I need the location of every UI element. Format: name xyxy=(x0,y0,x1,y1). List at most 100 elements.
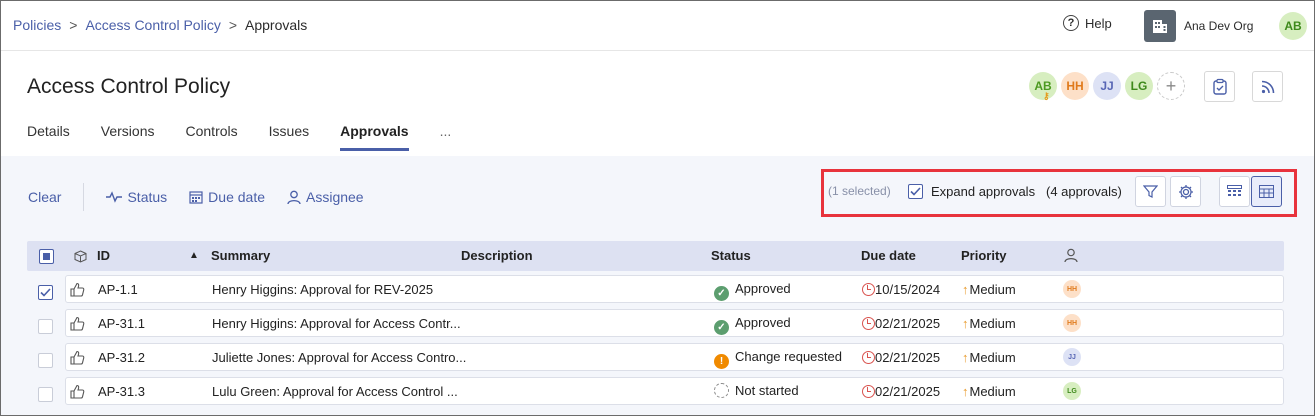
settings-button[interactable] xyxy=(1170,176,1201,207)
page-title: Access Control Policy xyxy=(27,75,231,98)
status-filter[interactable]: Status xyxy=(106,189,167,205)
participant-avatar[interactable]: AB ⚷ xyxy=(1029,72,1057,101)
not-started-icon xyxy=(714,383,729,398)
sort-ascending-icon[interactable]: ▲ xyxy=(189,250,199,261)
column-header-priority[interactable]: Priority xyxy=(961,248,1007,263)
approvals-panel: Clear Status Due date Assignee (1 select… xyxy=(1,156,1314,415)
rss-icon xyxy=(1261,80,1274,93)
column-header-summary[interactable]: Summary xyxy=(211,248,270,263)
checkmark-icon xyxy=(910,187,921,196)
app-frame: Policies > Access Control Policy > Appro… xyxy=(0,0,1315,416)
expand-approvals-checkbox[interactable] xyxy=(908,184,923,199)
assignee-filter[interactable]: Assignee xyxy=(287,189,364,205)
org-name: Ana Dev Org xyxy=(1184,19,1254,33)
breadcrumb-current: Approvals xyxy=(245,17,308,33)
participants: AB ⚷ HH JJ LG + xyxy=(1029,72,1185,101)
approval-priority: ↑Medium xyxy=(962,282,1016,297)
status-label: Change requested xyxy=(735,349,842,364)
assignee-column-icon[interactable] xyxy=(1064,248,1078,263)
assignee-avatar[interactable]: HH xyxy=(1063,314,1081,332)
approval-id[interactable]: AP-1.1 xyxy=(98,282,138,297)
thumbs-up-icon xyxy=(70,384,85,399)
priority-up-arrow-icon: ↑ xyxy=(962,384,969,399)
participant-avatar[interactable]: JJ xyxy=(1093,72,1121,100)
table-row[interactable]: AP-1.1 Henry Higgins: Approval for REV-20… xyxy=(65,275,1284,303)
toolbar-divider xyxy=(83,183,85,211)
approval-id[interactable]: AP-31.3 xyxy=(98,384,145,399)
approval-summary[interactable]: Lulu Green: Approval for Access Control … xyxy=(212,384,458,399)
approval-status: Not started xyxy=(714,383,799,398)
column-header-due-date[interactable]: Due date xyxy=(861,248,916,263)
status-label: Not started xyxy=(735,383,799,398)
expand-approvals-label: Expand approvals xyxy=(931,184,1036,199)
table-row[interactable]: AP-31.1 Henry Higgins: Approval for Acces… xyxy=(65,309,1284,337)
due-date-value: 10/15/2024 xyxy=(875,282,941,297)
pulse-icon xyxy=(106,191,123,203)
tab-versions[interactable]: Versions xyxy=(101,123,155,149)
approval-status: ✓ Approved xyxy=(714,315,791,335)
row-checkbox[interactable] xyxy=(38,353,53,368)
tab-more[interactable]: ... xyxy=(440,123,452,149)
row-checkbox[interactable] xyxy=(38,387,53,402)
column-header-description[interactable]: Description xyxy=(461,248,533,263)
approval-summary[interactable]: Henry Higgins: Approval for REV-2025 xyxy=(212,282,433,297)
due-date-value: 02/21/2025 xyxy=(875,384,941,399)
expand-approvals-toggle[interactable]: Expand approvals xyxy=(908,184,1035,199)
column-header-id[interactable]: ID xyxy=(97,248,110,263)
table-row[interactable]: AP-31.3 Lulu Green: Approval for Access C… xyxy=(65,377,1284,405)
due-date-filter-label: Due date xyxy=(208,189,265,205)
add-participant-button[interactable]: + xyxy=(1157,72,1185,100)
approval-summary[interactable]: Juliette Jones: Approval for Access Cont… xyxy=(212,350,466,365)
approval-status: ! Change requested xyxy=(714,349,842,369)
thumbs-up-icon xyxy=(70,316,85,331)
overdue-clock-icon xyxy=(862,351,875,364)
breadcrumb-policies[interactable]: Policies xyxy=(13,17,61,33)
approval-due-date: 02/21/2025 xyxy=(862,384,940,399)
assignee-avatar[interactable]: LG xyxy=(1063,382,1081,400)
tab-controls[interactable]: Controls xyxy=(186,123,238,149)
participant-avatar[interactable]: HH xyxy=(1061,72,1089,100)
assignee-avatar[interactable]: JJ xyxy=(1063,348,1081,366)
breadcrumb-separator: > xyxy=(228,17,238,33)
help-label: Help xyxy=(1085,15,1112,31)
approval-due-date: 02/21/2025 xyxy=(862,350,940,365)
org-switcher[interactable]: Ana Dev Org xyxy=(1144,10,1253,42)
row-checkbox[interactable] xyxy=(38,285,53,300)
select-all-checkbox[interactable] xyxy=(39,249,54,264)
approval-summary[interactable]: Henry Higgins: Approval for Access Contr… xyxy=(212,316,461,331)
approval-id[interactable]: AP-31.1 xyxy=(98,316,145,331)
clear-filters-button[interactable]: Clear xyxy=(28,189,61,205)
assignee-avatar[interactable]: HH xyxy=(1063,280,1081,298)
filter-button[interactable] xyxy=(1135,176,1166,207)
priority-up-arrow-icon: ↑ xyxy=(962,282,969,297)
task-button[interactable] xyxy=(1204,71,1235,102)
overdue-clock-icon xyxy=(862,385,875,398)
table-view-button[interactable] xyxy=(1251,176,1282,207)
due-date-filter[interactable]: Due date xyxy=(189,189,265,205)
table-header: ID ▲ Summary Description Status Due date… xyxy=(27,241,1284,271)
gear-icon xyxy=(1178,184,1193,199)
user-avatar[interactable]: AB xyxy=(1279,12,1307,40)
check-circle-icon: ✓ xyxy=(714,320,729,335)
priority-up-arrow-icon: ↑ xyxy=(962,316,969,331)
breadcrumb: Policies > Access Control Policy > Appro… xyxy=(13,17,307,33)
due-date-value: 02/21/2025 xyxy=(875,350,941,365)
tab-details[interactable]: Details xyxy=(27,123,70,149)
due-date-value: 02/21/2025 xyxy=(875,316,941,331)
priority-value: Medium xyxy=(969,282,1016,297)
approval-id[interactable]: AP-31.2 xyxy=(98,350,145,365)
breadcrumb-access-control-policy[interactable]: Access Control Policy xyxy=(85,17,220,33)
tab-approvals[interactable]: Approvals xyxy=(340,123,410,151)
filter-toolbar: Clear Status Due date Assignee xyxy=(28,183,386,211)
board-view-button[interactable] xyxy=(1219,176,1250,207)
feed-button[interactable] xyxy=(1252,71,1283,102)
help-link[interactable]: ? Help xyxy=(1063,15,1112,31)
row-checkbox[interactable] xyxy=(38,319,53,334)
tab-issues[interactable]: Issues xyxy=(269,123,309,149)
approval-priority: ↑Medium xyxy=(962,350,1016,365)
column-header-status[interactable]: Status xyxy=(711,248,751,263)
top-bar: Policies > Access Control Policy > Appro… xyxy=(1,1,1314,51)
priority-value: Medium xyxy=(969,384,1016,399)
participant-avatar[interactable]: LG xyxy=(1125,72,1153,100)
table-row[interactable]: AP-31.2 Juliette Jones: Approval for Acce… xyxy=(65,343,1284,371)
